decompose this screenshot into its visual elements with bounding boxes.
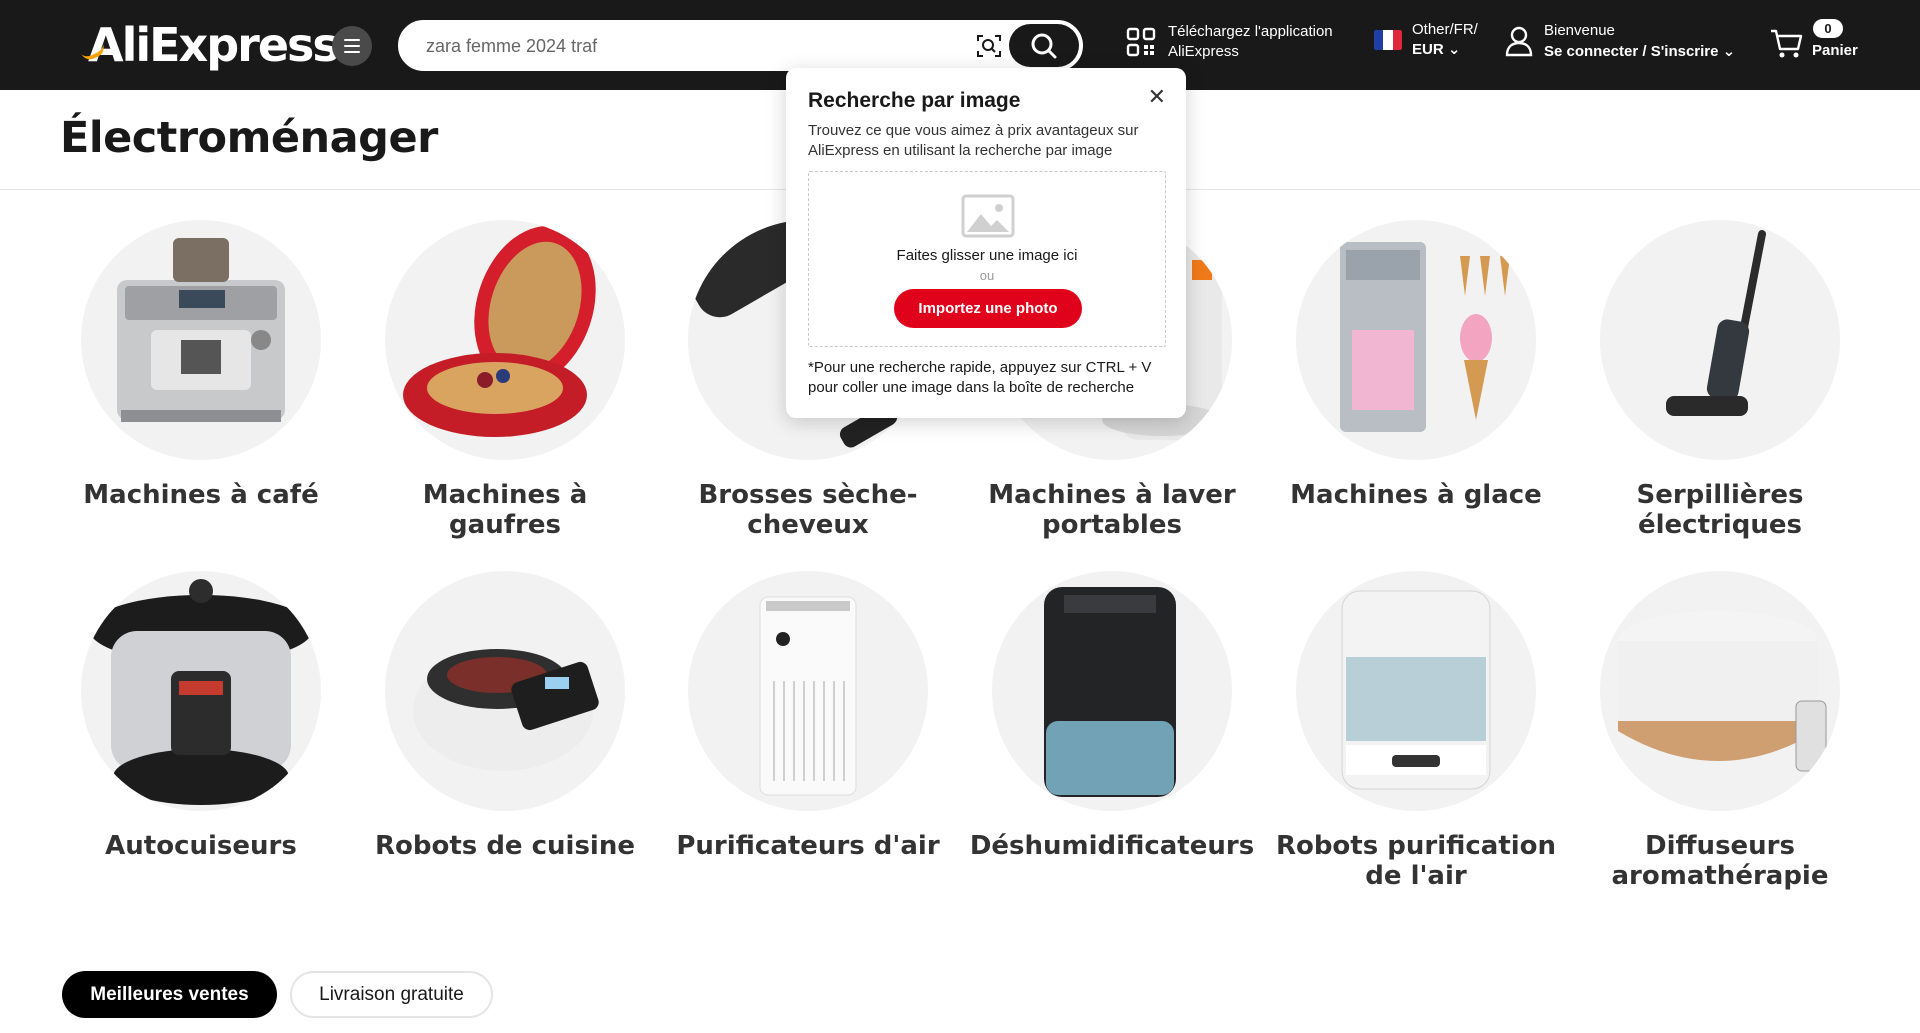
ice-cream-machine-image: [1296, 220, 1536, 460]
qr-code-icon: [1126, 27, 1156, 57]
tab-best-sellers[interactable]: Meilleures ventes: [62, 971, 277, 1018]
cart-icon: [1771, 29, 1803, 58]
category-name: Serpillières électriques: [1636, 480, 1804, 540]
dehumidifier-image: [992, 571, 1232, 811]
category-air-purifiers[interactable]: Purificateurs d'air: [658, 571, 958, 861]
category-waffle-makers[interactable]: Machines à gaufres: [355, 220, 655, 540]
popup-title: Recherche par image: [808, 89, 1021, 112]
kitchen-robot-image: [385, 571, 625, 811]
hamburger-menu-button[interactable]: [332, 26, 372, 66]
aliexpress-logo[interactable]: AliExpress: [81, 18, 340, 72]
language-currency-selector[interactable]: Other/FR/ EUR ⌄: [1374, 20, 1478, 60]
image-drop-zone[interactable]: Faites glisser une image ici ou Importez…: [808, 171, 1166, 347]
cart-count-badge: 0: [1813, 19, 1843, 38]
cart-label: Panier: [1812, 42, 1858, 59]
drop-text: Faites glisser une image ici: [896, 247, 1078, 264]
category-name: Brosses sèche- cheveux: [698, 480, 918, 540]
download-app-brand: AliExpress: [1168, 43, 1239, 60]
account-menu[interactable]: Bienvenue Se connecter / S'inscrire ⌄: [1504, 20, 1735, 62]
category-name: Autocuiseurs: [105, 831, 297, 861]
air-purifier-image: [688, 571, 928, 811]
menu-line-icon: [344, 39, 360, 41]
download-app-label: Téléchargez l'application: [1168, 23, 1333, 40]
page-title: Électroménager: [60, 113, 438, 163]
search-button[interactable]: [1009, 24, 1079, 67]
category-name: Machines à café: [83, 480, 319, 510]
search-icon: [1031, 33, 1057, 58]
category-kitchen-robots[interactable]: Robots de cuisine: [355, 571, 655, 861]
category-name: Déshumidificateurs: [969, 831, 1255, 861]
category-aroma-diffusers[interactable]: Diffuseurs aromathérapie: [1570, 571, 1870, 891]
menu-line-icon: [344, 45, 360, 47]
menu-line-icon: [344, 51, 360, 53]
category-name: Robots de cuisine: [375, 831, 635, 861]
category-air-purifier-robots[interactable]: Robots purification de l'air: [1266, 571, 1566, 891]
category-name: Machines à laver portables: [988, 480, 1236, 540]
paste-hint: *Pour une recherche rapide, appuyez sur …: [808, 359, 1152, 396]
download-app-link[interactable]: Téléchargez l'application AliExpress: [1126, 22, 1333, 62]
user-icon: [1505, 26, 1533, 57]
tab-free-shipping[interactable]: Livraison gratuite: [290, 971, 493, 1018]
pressure-cooker-image: [81, 571, 321, 811]
upload-photo-button[interactable]: Importez une photo: [894, 289, 1082, 328]
category-name: Diffuseurs aromathérapie: [1611, 831, 1829, 891]
search-bar: [398, 20, 1106, 71]
image-search-popup: Recherche par image ✕ Trouvez ce que vou…: [786, 68, 1186, 418]
welcome-text: Bienvenue: [1544, 22, 1615, 39]
category-electric-mops[interactable]: Serpillières électriques: [1570, 220, 1870, 540]
coffee-machine-image: [81, 220, 321, 460]
electric-mop-image: [1600, 220, 1840, 460]
currency: EUR: [1412, 41, 1444, 58]
category-name: Machines à glace: [1290, 480, 1542, 510]
category-name: Robots purification de l'air: [1275, 831, 1557, 891]
waffle-maker-image: [385, 220, 625, 460]
image-search-camera-icon[interactable]: [976, 33, 1002, 59]
cart-button[interactable]: 0 Panier: [1770, 18, 1870, 70]
image-placeholder-icon: [961, 194, 1015, 238]
language-region: Other/FR/: [1412, 21, 1478, 38]
category-ice-cream-machines[interactable]: Machines à glace: [1266, 220, 1566, 510]
search-input[interactable]: [426, 32, 1106, 60]
category-pressure-cookers[interactable]: Autocuiseurs: [51, 571, 351, 861]
chevron-down-icon: ⌄: [1447, 41, 1461, 58]
air-purifier-robot-image: [1296, 571, 1536, 811]
france-flag-icon: [1374, 30, 1402, 50]
category-name: Machines à gaufres: [422, 480, 588, 540]
category-coffee-machines[interactable]: Machines à café: [51, 220, 351, 510]
popup-description: Trouvez ce que vous aimez à prix avantag…: [808, 122, 1139, 159]
aroma-diffuser-image: [1600, 571, 1840, 811]
sign-in-link[interactable]: Se connecter / S'inscrire: [1544, 43, 1718, 60]
category-name: Purificateurs d'air: [676, 831, 940, 861]
category-dehumidifiers[interactable]: Déshumidificateurs: [962, 571, 1262, 861]
or-text: ou: [979, 268, 995, 283]
close-icon[interactable]: ✕: [1148, 86, 1166, 108]
chevron-down-icon: ⌄: [1722, 43, 1736, 60]
